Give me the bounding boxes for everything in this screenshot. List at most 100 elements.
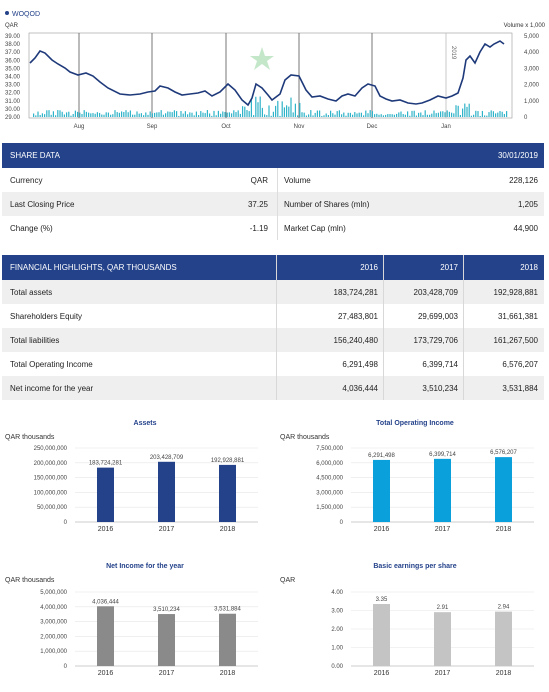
- share-data-row: Last Closing Price 37.25 Number of Share…: [2, 192, 544, 216]
- chart-frame: [28, 32, 513, 119]
- volume-bar: [484, 115, 486, 117]
- category-label: 2017: [435, 670, 451, 677]
- y-tick-label: 4,000,000: [40, 605, 67, 611]
- volume-bar: [114, 110, 116, 117]
- y-tick-label: 5,000,000: [40, 590, 67, 596]
- row-value: QAR: [250, 176, 268, 185]
- volume-bar: [74, 110, 76, 117]
- bar: [219, 464, 236, 522]
- volume-bar: [68, 111, 70, 117]
- volume-bar: [160, 110, 162, 117]
- y-tick-label: 1,500,000: [316, 505, 343, 511]
- volume-bar: [495, 113, 497, 117]
- volume-bar: [182, 113, 184, 117]
- volume-bar: [220, 113, 222, 117]
- y-tick-label: 4.00: [331, 590, 343, 596]
- volume-bar: [411, 110, 413, 117]
- volume-bar: [127, 112, 129, 117]
- volume-bar: [343, 112, 345, 117]
- volume-bar: [424, 110, 426, 117]
- volume-bar: [134, 114, 136, 117]
- volume-bar: [151, 113, 153, 117]
- price-tick-label: 29.00: [5, 115, 21, 121]
- volume-bar: [462, 108, 464, 117]
- y-tick-label: 2,000,000: [40, 634, 67, 640]
- share-data-header: SHARE DATA 30/01/2019: [2, 143, 544, 168]
- volume-bar: [341, 114, 343, 117]
- volume-bar: [244, 106, 246, 117]
- bar: [97, 606, 114, 666]
- y-tick-label: 150,000,000: [34, 476, 68, 482]
- volume-bar: [352, 114, 354, 117]
- volume-bar: [39, 115, 41, 117]
- volume-bar: [492, 111, 494, 117]
- row-label: Volume: [284, 176, 311, 185]
- volume-bar: [360, 112, 362, 117]
- volume-bar: [44, 114, 46, 117]
- volume-bar: [464, 103, 466, 117]
- volume-bar: [473, 114, 475, 117]
- year-marker: 2019: [450, 46, 456, 60]
- bar-value-label: 6,291,498: [368, 453, 395, 459]
- price-tick-label: 31.00: [5, 99, 21, 105]
- month-label: Nov: [294, 124, 305, 130]
- volume-bar: [169, 111, 171, 117]
- volume-bar: [387, 114, 389, 117]
- volume-bar: [96, 112, 98, 117]
- bar-value-label: 192,928,881: [211, 458, 245, 464]
- price-tick-label: 34.00: [5, 75, 21, 81]
- bar-value-label: 3,531,884: [214, 607, 241, 613]
- volume-bar: [125, 110, 127, 117]
- volume-bar: [77, 111, 79, 117]
- volume-bar: [101, 114, 103, 117]
- volume-bar: [279, 115, 281, 117]
- financial-title: FINANCIAL HIGHLIGHTS, QAR THOUSANDS: [10, 263, 177, 272]
- price-tick-label: 37.00: [5, 50, 21, 56]
- volume-tick-label: 5,000: [524, 34, 540, 40]
- column-divider: [276, 255, 277, 400]
- row-label: Shareholders Equity: [10, 312, 83, 321]
- price-tick-label: 39.00: [5, 34, 21, 40]
- volume-bar: [299, 102, 301, 117]
- category-label: 2018: [496, 526, 512, 533]
- ticker-label: WOQOD: [12, 11, 40, 18]
- y-tick-label: 3,000,000: [316, 490, 343, 496]
- volume-bar: [180, 111, 182, 117]
- year-header: 2017: [440, 263, 458, 272]
- volume-bar: [235, 112, 237, 117]
- volume-bar: [173, 110, 175, 117]
- volume-bar: [277, 100, 279, 117]
- volume-bar: [121, 111, 123, 117]
- category-label: 2018: [220, 670, 236, 677]
- volume-bar: [354, 112, 356, 117]
- volume-bar: [402, 114, 404, 117]
- volume-bar: [356, 113, 358, 117]
- volume-bar: [470, 115, 472, 117]
- volume-bar: [433, 110, 435, 117]
- volume-bar: [369, 110, 371, 117]
- y-tick-label: 50,000,000: [37, 505, 68, 511]
- volume-bar: [488, 112, 490, 117]
- bar: [434, 612, 451, 666]
- price-tick-label: 36.00: [5, 58, 21, 64]
- volume-bar: [391, 114, 393, 117]
- y-tick-label: 3.00: [331, 609, 343, 615]
- stock-chart-svg: WOQOD QAR Volume x 1,000 39.00 38.00 37.00…: [5, 11, 546, 130]
- volume-bar: [455, 105, 457, 117]
- volume-bar: [191, 112, 193, 117]
- volume-bar: [72, 114, 74, 117]
- bar-value-label: 183,724,281: [89, 461, 123, 467]
- month-label: Jan: [441, 124, 451, 130]
- volume-bar: [215, 115, 217, 117]
- volume-tick-label: 0: [524, 115, 528, 121]
- volume-bar: [167, 111, 169, 117]
- row-value: 203,428,709: [413, 288, 459, 297]
- month-label: Sep: [147, 124, 158, 130]
- bar: [373, 459, 390, 522]
- volume-bar: [81, 113, 83, 117]
- price-line: [29, 40, 505, 107]
- volume-bar: [211, 115, 213, 117]
- volume-bar: [209, 113, 211, 117]
- volume-bar: [255, 96, 257, 117]
- volume-bar: [281, 101, 283, 117]
